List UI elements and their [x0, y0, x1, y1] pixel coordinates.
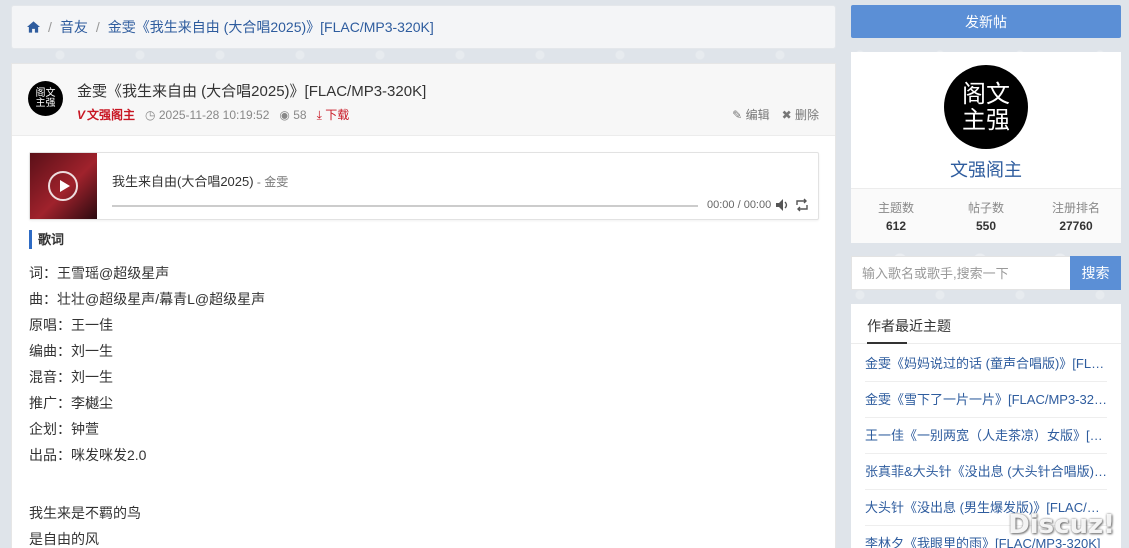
lyrics-line: 是自由的风 — [29, 531, 99, 547]
eye-icon: ◉ — [279, 107, 290, 122]
post-card: 阁文 主强 金雯《我生来自由 (大合唱2025)》[FLAC/MP3-320K]… — [11, 63, 836, 548]
search-box: 搜索 — [851, 256, 1121, 290]
loop-icon[interactable] — [795, 198, 809, 212]
author-profile-card: 阁文 主强 文强阁主 主题数 612 帖子数 550 注册排名 27760 — [851, 52, 1121, 243]
stat-label: 注册排名 — [1051, 201, 1100, 215]
avatar-logo-text: 阁文 主强 — [35, 87, 56, 109]
stat-value: 27760 — [1059, 219, 1093, 233]
post-header: 阁文 主强 金雯《我生来自由 (大合唱2025)》[FLAC/MP3-320K]… — [12, 64, 835, 136]
author-name: 文强阁主 — [87, 108, 136, 122]
lyrics-line: 词：王雪瑶@超级星声 — [29, 265, 170, 281]
lyrics-line: 推广：李樾尘 — [29, 395, 113, 411]
post-title: 金雯《我生来自由 (大合唱2025)》[FLAC/MP3-320K] — [77, 83, 427, 100]
breadcrumb-thread-link[interactable]: 金雯《我生来自由 (大合唱2025)》[FLAC/MP3-320K] — [108, 17, 434, 37]
stat-value: 612 — [885, 219, 907, 233]
lyrics-line: 原唱：王一佳 — [29, 317, 113, 333]
artist-separator: - — [253, 175, 265, 189]
song-info: 我生来自由(大合唱2025) - 金雯 — [112, 171, 288, 190]
search-input[interactable] — [851, 256, 1070, 290]
post-meta: V 文强阁主 ◷ 2025-11-28 10:19:52 ◉ 58 ⤓ 下载 — [77, 106, 349, 123]
views-text: 58 — [293, 107, 307, 122]
lyrics-line: 企划：钟萱 — [29, 421, 99, 437]
stat-label: 帖子数 — [967, 201, 1004, 215]
lyrics-line: 我生来是不羁的鸟 — [29, 505, 141, 521]
lyrics-line: 混音：刘一生 — [29, 369, 113, 385]
post-operations: ✎ 编辑 ✖ 删除 — [732, 106, 819, 123]
lyrics-line: 曲：壮壮@超级星声/幕青L@超级星声 — [29, 291, 266, 307]
breadcrumb-separator: / — [48, 19, 52, 35]
author-avatar[interactable]: 阁文 主强 — [28, 81, 63, 116]
verified-badge-icon: V — [77, 107, 86, 122]
view-count: ◉ 58 — [279, 108, 306, 122]
time-display: 00:00 / 00:00 — [707, 199, 772, 211]
post-datetime: ◷ 2025-11-28 10:19:52 — [145, 108, 269, 122]
home-icon[interactable] — [27, 21, 40, 33]
discuz-watermark: Discuz! — [1008, 510, 1115, 540]
new-post-button[interactable]: 发新帖 — [851, 5, 1121, 38]
lyrics-heading: 歌词 — [29, 230, 64, 249]
title-underline — [867, 342, 907, 344]
recent-threads-title: 作者最近主题 — [867, 318, 951, 334]
progress-bar[interactable] — [112, 205, 698, 207]
lyrics-spacer — [29, 468, 265, 500]
delete-label: 删除 — [794, 108, 819, 122]
edit-label: 编辑 — [745, 108, 770, 122]
close-icon: ✖ — [781, 108, 792, 122]
search-button[interactable]: 搜索 — [1070, 256, 1121, 290]
audio-player: 我生来自由(大合唱2025) - 金雯 00:00 / 00:00 — [29, 152, 819, 220]
stat-value: 550 — [975, 219, 997, 233]
avatar-logo-text: 阁文 主强 — [962, 80, 1010, 134]
song-title: 我生来自由(大合唱2025) — [112, 174, 254, 189]
stat-rank: 注册排名 27760 — [1031, 189, 1121, 243]
author-link[interactable]: V 文强阁主 — [77, 106, 135, 123]
edit-button[interactable]: ✎ 编辑 — [732, 106, 769, 123]
download-icon: ⤓ — [316, 108, 322, 122]
song-artist: 金雯 — [264, 175, 289, 189]
list-item[interactable]: 金雯《雪下了一片一片》[FLAC/MP3-320K] — [865, 382, 1107, 418]
datetime-text: 2025-11-28 10:19:52 — [158, 107, 270, 122]
stat-label: 主题数 — [877, 201, 914, 215]
album-cover — [30, 153, 97, 219]
stat-threads: 主题数 612 — [851, 189, 941, 243]
volume-icon[interactable] — [775, 198, 789, 212]
breadcrumb-forum-link[interactable]: 音友 — [60, 17, 88, 37]
breadcrumb-separator: / — [95, 19, 100, 35]
breadcrumb: / 音友 / 金雯《我生来自由 (大合唱2025)》[FLAC/MP3-320K… — [11, 5, 836, 49]
profile-avatar[interactable]: 阁文 主强 — [944, 65, 1028, 149]
delete-button[interactable]: ✖ 删除 — [782, 106, 819, 123]
list-item[interactable]: 金雯《妈妈说过的话 (童声合唱版)》[FLAC/MP3-320K] — [865, 346, 1107, 382]
list-item[interactable]: 张真菲&大头针《没出息 (大头针合唱版)》[FLAC/MP3-320K] — [865, 454, 1107, 490]
download-text: 下载 — [325, 108, 350, 122]
profile-name[interactable]: 文强阁主 — [851, 156, 1121, 182]
lyrics-body: 词：王雪瑶@超级星声 曲：壮壮@超级星声/幕青L@超级星声 原唱：王一佳 编曲：… — [29, 260, 265, 548]
edit-icon: ✎ — [732, 108, 743, 122]
download-link[interactable]: ⤓ 下载 — [317, 106, 350, 123]
lyrics-line: 出品：咪发咪发2.0 — [29, 447, 147, 463]
play-icon[interactable] — [48, 171, 78, 201]
clock-icon: ◷ — [145, 107, 156, 122]
list-item[interactable]: 王一佳《一别两宽（人走茶凉）女版》[FLAC/MP3-320K] — [865, 418, 1107, 454]
profile-stats: 主题数 612 帖子数 550 注册排名 27760 — [851, 188, 1121, 243]
stat-posts: 帖子数 550 — [941, 189, 1031, 243]
lyrics-line: 编曲：刘一生 — [29, 343, 113, 359]
